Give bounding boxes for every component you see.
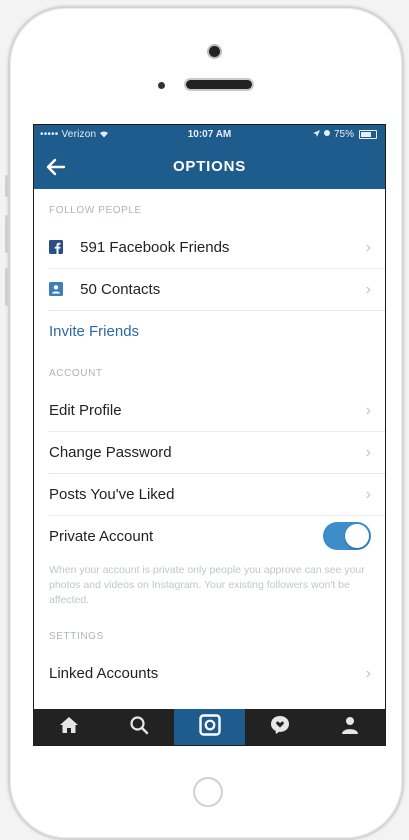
status-bar: ••••• Verizon 10:07 AM 75% bbox=[34, 125, 385, 145]
chevron-right-icon: › bbox=[365, 281, 371, 298]
facebook-friends-label: 591 Facebook Friends bbox=[80, 239, 230, 256]
proximity-sensor bbox=[158, 82, 165, 89]
chevron-right-icon: › bbox=[365, 402, 371, 419]
private-account-hint: When your account is private only people… bbox=[49, 564, 365, 606]
change-password-label: Change Password bbox=[49, 444, 172, 461]
camera-icon bbox=[198, 713, 221, 741]
private-account-label: Private Account bbox=[49, 528, 154, 545]
private-account-toggle[interactable] bbox=[323, 522, 371, 550]
tab-home[interactable] bbox=[34, 709, 104, 745]
invite-friends-link[interactable]: Invite Friends bbox=[34, 311, 385, 352]
front-camera bbox=[209, 46, 220, 57]
earpiece-speaker bbox=[186, 80, 252, 89]
search-icon bbox=[129, 715, 149, 740]
profile-icon bbox=[340, 715, 360, 740]
linked-accounts-row[interactable]: Linked Accounts › bbox=[34, 653, 385, 694]
change-password-row[interactable]: Change Password › bbox=[34, 432, 385, 473]
posts-liked-label: Posts You've Liked bbox=[49, 486, 175, 503]
phone-screen: ••••• Verizon 10:07 AM 75% OPTIONS FOLLO… bbox=[33, 124, 386, 746]
page-title: OPTIONS bbox=[172, 158, 247, 175]
contacts-label: 50 Contacts bbox=[80, 281, 161, 298]
facebook-icon bbox=[49, 229, 63, 254]
battery-percent: 75% bbox=[333, 129, 354, 140]
location-icon bbox=[312, 129, 320, 140]
tab-bar bbox=[34, 709, 385, 745]
section-header-account: ACCOUNT bbox=[49, 368, 103, 379]
facebook-friends-row[interactable]: 591 Facebook Friends › bbox=[34, 227, 385, 268]
chevron-right-icon: › bbox=[365, 239, 371, 256]
alarm-icon bbox=[323, 129, 331, 140]
battery-icon bbox=[359, 130, 377, 139]
home-button bbox=[193, 777, 223, 807]
status-right: 75% bbox=[312, 129, 377, 140]
contacts-row[interactable]: 50 Contacts › bbox=[34, 269, 385, 310]
chevron-right-icon: › bbox=[365, 486, 371, 503]
linked-accounts-label: Linked Accounts bbox=[49, 665, 159, 682]
section-header-settings: SETTINGS bbox=[49, 631, 104, 642]
tab-activity[interactable] bbox=[245, 709, 315, 745]
edit-profile-label: Edit Profile bbox=[49, 402, 122, 419]
edit-profile-row[interactable]: Edit Profile › bbox=[34, 390, 385, 431]
posts-liked-row[interactable]: Posts You've Liked › bbox=[34, 474, 385, 515]
tab-search[interactable] bbox=[104, 709, 174, 745]
chevron-right-icon: › bbox=[365, 444, 371, 461]
tab-profile[interactable] bbox=[315, 709, 385, 745]
toggle-knob bbox=[345, 524, 369, 548]
mute-switch bbox=[5, 175, 8, 197]
activity-icon bbox=[269, 714, 291, 741]
private-account-row: Private Account bbox=[34, 516, 385, 557]
section-header-follow-people: FOLLOW PEOPLE bbox=[49, 205, 142, 216]
options-list: FOLLOW PEOPLE 591 Facebook Friends › 50 … bbox=[34, 189, 385, 694]
nav-bar: OPTIONS bbox=[34, 145, 385, 189]
volume-down-button bbox=[5, 268, 8, 306]
home-icon bbox=[59, 716, 79, 739]
volume-up-button bbox=[5, 215, 8, 253]
tab-camera[interactable] bbox=[174, 709, 245, 745]
chevron-right-icon: › bbox=[365, 665, 371, 682]
contacts-icon bbox=[49, 271, 63, 296]
